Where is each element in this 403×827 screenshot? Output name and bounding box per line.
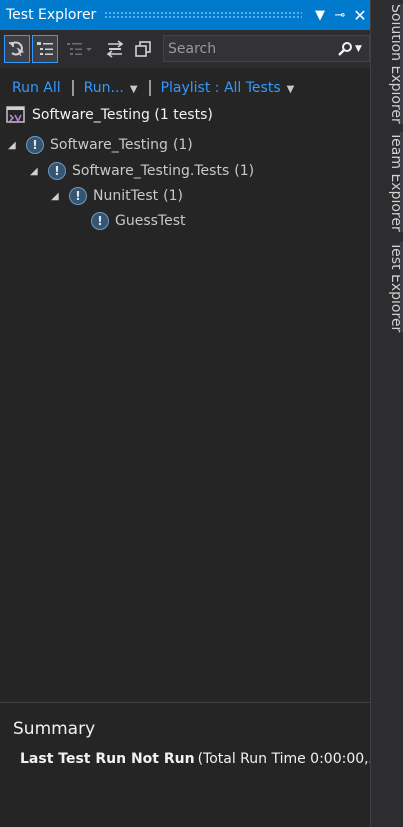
summary-status-line: Last Test Run Not Run (Total Run Time 0:0…: [20, 751, 370, 767]
copy-window-icon: [135, 41, 151, 57]
warning-icon: !: [69, 187, 87, 205]
playlist-menu[interactable]: Playlist : All Tests ▼: [161, 80, 295, 96]
expanded-arrow-icon[interactable]: ◢: [30, 166, 40, 177]
warning-icon: !: [91, 212, 109, 230]
side-tab-bar: Solution Explorer Team Explorer Test Exp…: [370, 0, 403, 827]
run-after-build-icon: [9, 41, 25, 57]
tree-node-label: Software_Testing.Tests: [72, 163, 230, 179]
test-explorer-panel: Test Explorer ▼ ⊸ ✕ Search ▼ Run All Run…: [0, 0, 370, 827]
run-menu[interactable]: Run... ▼: [84, 80, 138, 96]
sync-icon: [106, 40, 124, 58]
pin-icon[interactable]: ⊸: [330, 8, 350, 23]
tab-test-explorer[interactable]: Test Explorer: [371, 242, 403, 332]
open-window-button[interactable]: [131, 36, 155, 62]
title-grip[interactable]: [104, 11, 302, 19]
chevron-down-icon: ▼: [286, 84, 295, 95]
test-suite-name: Software_Testing (1 tests): [32, 107, 213, 123]
hierarchy-icon: [67, 43, 92, 55]
search-input[interactable]: [164, 39, 335, 58]
run-tests-after-build-button[interactable]: [4, 35, 30, 63]
run-menu-label: Run...: [83, 80, 124, 96]
close-icon[interactable]: ✕: [350, 6, 370, 25]
group-by-button[interactable]: [32, 35, 58, 63]
chevron-down-icon: ▼: [129, 84, 138, 95]
tree-node-test[interactable]: ! GuessTest: [91, 209, 186, 233]
tree-node-label: Software_Testing: [50, 137, 168, 153]
sync-button[interactable]: [103, 36, 127, 62]
total-run-time: (Total Run Time 0:00:00,3897: [197, 751, 370, 767]
tree-node[interactable]: ◢ ! Software_Testing (1): [8, 133, 193, 157]
playlist-label: Playlist : All Tests: [160, 80, 281, 96]
command-separator: [71, 80, 74, 96]
tree-node-count: (1): [234, 163, 255, 179]
vs-project-icon: [6, 106, 25, 123]
tree-node[interactable]: ◢ ! NunitTest (1): [51, 184, 183, 208]
tree-node[interactable]: ◢ ! Software_Testing.Tests (1): [30, 159, 254, 183]
command-bar: Run All Run... ▼ Playlist : All Tests ▼: [0, 77, 370, 99]
tree-node-count: (1): [163, 188, 184, 204]
tree-node-label: GuessTest: [115, 213, 186, 229]
summary-divider: [0, 702, 370, 703]
summary-title: Summary: [13, 719, 96, 739]
last-run-status: Last Test Run Not Run: [20, 751, 195, 767]
tree-node-count: (1): [172, 137, 193, 153]
search-icon[interactable]: [335, 41, 355, 57]
tab-solution-explorer[interactable]: Solution Explorer: [371, 4, 403, 124]
group-by-icon: [37, 42, 53, 55]
test-suite-header[interactable]: Software_Testing (1 tests): [6, 106, 213, 124]
tree-node-label: NunitTest: [93, 188, 159, 204]
toolbar: ▼: [0, 30, 370, 68]
title-bar: Test Explorer ▼ ⊸ ✕: [0, 0, 370, 30]
expanded-arrow-icon[interactable]: ◢: [8, 140, 18, 151]
expanded-arrow-icon[interactable]: ◢: [51, 191, 61, 202]
warning-icon: !: [26, 136, 44, 154]
search-box: ▼: [163, 35, 370, 62]
command-separator: [148, 80, 151, 96]
hierarchy-button[interactable]: [61, 36, 99, 62]
search-dropdown-icon[interactable]: ▼: [355, 44, 369, 54]
warning-icon: !: [48, 162, 66, 180]
window-title: Test Explorer: [6, 7, 97, 23]
window-menu-icon[interactable]: ▼: [310, 8, 330, 23]
run-all-link[interactable]: Run All: [12, 80, 61, 96]
tab-team-explorer[interactable]: Team Explorer: [371, 132, 403, 232]
